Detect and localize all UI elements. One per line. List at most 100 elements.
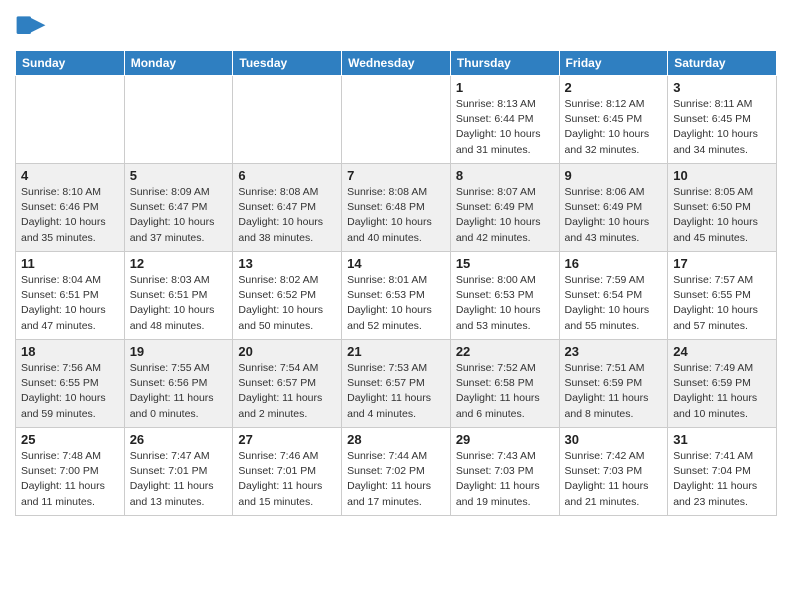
day-number: 15 [456,256,554,271]
day-info: Sunrise: 8:07 AM Sunset: 6:49 PM Dayligh… [456,185,554,246]
calendar-cell: 20 Sunrise: 7:54 AM Sunset: 6:57 PM Dayli… [233,340,342,428]
calendar-cell: 11 Sunrise: 8:04 AM Sunset: 6:51 PM Dayli… [16,252,125,340]
calendar-cell: 5 Sunrise: 8:09 AM Sunset: 6:47 PM Daylig… [124,164,233,252]
calendar-table: SundayMondayTuesdayWednesdayThursdayFrid… [15,50,777,516]
day-number: 5 [130,168,228,183]
day-number: 23 [565,344,663,359]
calendar-cell: 27 Sunrise: 7:46 AM Sunset: 7:01 PM Dayli… [233,428,342,516]
day-info: Sunrise: 8:09 AM Sunset: 6:47 PM Dayligh… [130,185,228,246]
day-number: 30 [565,432,663,447]
day-number: 25 [21,432,119,447]
calendar-cell: 1 Sunrise: 8:13 AM Sunset: 6:44 PM Daylig… [450,76,559,164]
day-number: 21 [347,344,445,359]
day-number: 10 [673,168,771,183]
calendar-cell: 29 Sunrise: 7:43 AM Sunset: 7:03 PM Dayli… [450,428,559,516]
calendar-cell: 22 Sunrise: 7:52 AM Sunset: 6:58 PM Dayli… [450,340,559,428]
logo-icon [15,10,47,42]
day-info: Sunrise: 7:54 AM Sunset: 6:57 PM Dayligh… [238,361,336,422]
logo [15,10,51,42]
calendar-cell: 13 Sunrise: 8:02 AM Sunset: 6:52 PM Dayli… [233,252,342,340]
calendar-cell [124,76,233,164]
calendar-cell [233,76,342,164]
day-number: 27 [238,432,336,447]
calendar-cell [16,76,125,164]
calendar-cell: 23Sunrise: 7:51 AM Sunset: 6:59 PM Dayli… [559,340,668,428]
day-info: Sunrise: 7:46 AM Sunset: 7:01 PM Dayligh… [238,449,336,510]
day-info: Sunrise: 8:04 AM Sunset: 6:51 PM Dayligh… [21,273,119,334]
day-info: Sunrise: 8:03 AM Sunset: 6:51 PM Dayligh… [130,273,228,334]
day-number: 7 [347,168,445,183]
day-number: 16 [565,256,663,271]
day-number: 8 [456,168,554,183]
calendar-cell: 7 Sunrise: 8:08 AM Sunset: 6:48 PM Daylig… [342,164,451,252]
day-info: Sunrise: 7:44 AM Sunset: 7:02 PM Dayligh… [347,449,445,510]
day-number: 29 [456,432,554,447]
calendar-cell: 15 Sunrise: 8:00 AM Sunset: 6:53 PM Dayli… [450,252,559,340]
weekday-header-monday: Monday [124,51,233,76]
day-number: 22 [456,344,554,359]
calendar-cell: 30 Sunrise: 7:42 AM Sunset: 7:03 PM Dayli… [559,428,668,516]
day-number: 17 [673,256,771,271]
day-number: 2 [565,80,663,95]
day-info: Sunrise: 7:57 AM Sunset: 6:55 PM Dayligh… [673,273,771,334]
day-info: Sunrise: 8:12 AM Sunset: 6:45 PM Dayligh… [565,97,663,158]
day-info: Sunrise: 8:08 AM Sunset: 6:47 PM Dayligh… [238,185,336,246]
calendar-cell: 21 Sunrise: 7:53 AM Sunset: 6:57 PM Dayli… [342,340,451,428]
day-info: Sunrise: 8:08 AM Sunset: 6:48 PM Dayligh… [347,185,445,246]
day-number: 11 [21,256,119,271]
day-number: 3 [673,80,771,95]
day-info: Sunrise: 7:47 AM Sunset: 7:01 PM Dayligh… [130,449,228,510]
day-info: Sunrise: 8:13 AM Sunset: 6:44 PM Dayligh… [456,97,554,158]
day-number: 19 [130,344,228,359]
calendar-cell: 19 Sunrise: 7:55 AM Sunset: 6:56 PM Dayli… [124,340,233,428]
day-info: Sunrise: 7:41 AM Sunset: 7:04 PM Dayligh… [673,449,771,510]
day-number: 9 [565,168,663,183]
day-info: Sunrise: 7:55 AM Sunset: 6:56 PM Dayligh… [130,361,228,422]
day-info: Sunrise: 7:49 AM Sunset: 6:59 PM Dayligh… [673,361,771,422]
calendar-cell: 4 Sunrise: 8:10 AM Sunset: 6:46 PM Daylig… [16,164,125,252]
calendar-cell: 25 Sunrise: 7:48 AM Sunset: 7:00 PM Dayli… [16,428,125,516]
day-number: 20 [238,344,336,359]
day-number: 18 [21,344,119,359]
calendar-cell: 31 Sunrise: 7:41 AM Sunset: 7:04 PM Dayli… [668,428,777,516]
day-info: Sunrise: 8:05 AM Sunset: 6:50 PM Dayligh… [673,185,771,246]
day-number: 12 [130,256,228,271]
day-info: Sunrise: 7:53 AM Sunset: 6:57 PM Dayligh… [347,361,445,422]
day-number: 26 [130,432,228,447]
calendar-cell: 26 Sunrise: 7:47 AM Sunset: 7:01 PM Dayli… [124,428,233,516]
weekday-header-saturday: Saturday [668,51,777,76]
day-info: Sunrise: 7:52 AM Sunset: 6:58 PM Dayligh… [456,361,554,422]
day-number: 4 [21,168,119,183]
calendar-cell: 10 Sunrise: 8:05 AM Sunset: 6:50 PM Dayli… [668,164,777,252]
day-info: Sunrise: 8:02 AM Sunset: 6:52 PM Dayligh… [238,273,336,334]
weekday-header-tuesday: Tuesday [233,51,342,76]
day-info: Sunrise: 8:01 AM Sunset: 6:53 PM Dayligh… [347,273,445,334]
day-number: 28 [347,432,445,447]
day-info: Sunrise: 7:42 AM Sunset: 7:03 PM Dayligh… [565,449,663,510]
calendar-cell: 12 Sunrise: 8:03 AM Sunset: 6:51 PM Dayli… [124,252,233,340]
calendar-cell: 24 Sunrise: 7:49 AM Sunset: 6:59 PM Dayli… [668,340,777,428]
calendar-cell: 17 Sunrise: 7:57 AM Sunset: 6:55 PM Dayli… [668,252,777,340]
day-number: 24 [673,344,771,359]
weekday-header-friday: Friday [559,51,668,76]
calendar-cell: 9 Sunrise: 8:06 AM Sunset: 6:49 PM Daylig… [559,164,668,252]
day-info: Sunrise: 7:59 AM Sunset: 6:54 PM Dayligh… [565,273,663,334]
day-info: Sunrise: 8:10 AM Sunset: 6:46 PM Dayligh… [21,185,119,246]
day-info: Sunrise: 8:11 AM Sunset: 6:45 PM Dayligh… [673,97,771,158]
calendar-cell: 3 Sunrise: 8:11 AM Sunset: 6:45 PM Daylig… [668,76,777,164]
day-number: 31 [673,432,771,447]
calendar-cell: 28 Sunrise: 7:44 AM Sunset: 7:02 PM Dayli… [342,428,451,516]
day-number: 6 [238,168,336,183]
weekday-header-thursday: Thursday [450,51,559,76]
day-info: Sunrise: 8:06 AM Sunset: 6:49 PM Dayligh… [565,185,663,246]
day-info: Sunrise: 7:48 AM Sunset: 7:00 PM Dayligh… [21,449,119,510]
day-info: Sunrise: 7:43 AM Sunset: 7:03 PM Dayligh… [456,449,554,510]
day-number: 13 [238,256,336,271]
calendar-cell: 2 Sunrise: 8:12 AM Sunset: 6:45 PM Daylig… [559,76,668,164]
calendar-cell: 18Sunrise: 7:56 AM Sunset: 6:55 PM Dayli… [16,340,125,428]
day-number: 14 [347,256,445,271]
calendar-cell [342,76,451,164]
day-info: Sunrise: 8:00 AM Sunset: 6:53 PM Dayligh… [456,273,554,334]
day-number: 1 [456,80,554,95]
calendar-cell: 14 Sunrise: 8:01 AM Sunset: 6:53 PM Dayli… [342,252,451,340]
